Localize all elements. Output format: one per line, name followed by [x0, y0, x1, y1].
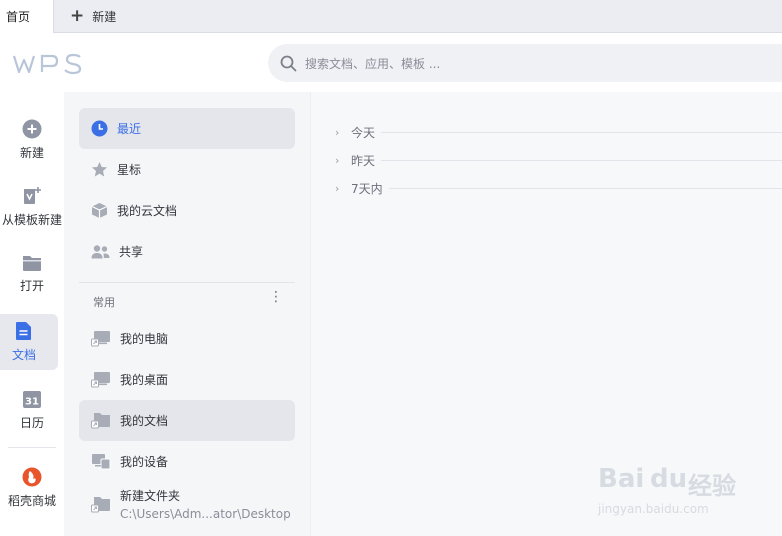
- chevron-right-icon: ›: [335, 181, 340, 195]
- rail-divider: [8, 447, 56, 448]
- watermark-cn: 经验: [688, 472, 736, 500]
- rail-label-template: 从模板新建: [1, 213, 62, 227]
- rail-item-documents[interactable]: 文档: [0, 314, 58, 370]
- rail-item-calendar[interactable]: 31 日历: [0, 382, 64, 438]
- search-icon: [280, 55, 297, 71]
- clock-icon: [91, 120, 108, 137]
- group-label-7-days: 7天内: [351, 181, 383, 196]
- tab-home-label: 首页: [6, 10, 31, 24]
- nav-label-cloud-docs: 我的云文档: [117, 204, 178, 218]
- chevron-right-icon: ›: [335, 125, 340, 139]
- wps-logo[interactable]: [12, 53, 84, 78]
- group-divider: [381, 131, 782, 133]
- rail-label-docer-store: 稻壳商城: [7, 494, 56, 508]
- search-placeholder: 搜索文档、应用、模板 ...: [305, 56, 441, 71]
- rail-item-new[interactable]: 新建: [0, 112, 64, 168]
- nav-panel: 最近 星标 我的云文档 共享 常用 ⋮ 我的电脑 我的桌面 我的文档 我的设备 …: [64, 92, 310, 536]
- watermark-brand: Bai: [598, 464, 645, 494]
- nav-item-shared[interactable]: 共享: [79, 231, 295, 272]
- chevron-right-icon: ›: [335, 153, 340, 167]
- group-yesterday[interactable]: › 昨天: [335, 151, 782, 169]
- nav-item-my-documents[interactable]: 我的文档: [79, 400, 295, 441]
- nav-label-shared: 共享: [119, 245, 144, 259]
- folder-open-icon: [23, 256, 41, 271]
- rail-item-open[interactable]: 打开: [0, 246, 64, 302]
- docer-store-icon: [22, 467, 42, 487]
- nav-item-my-devices[interactable]: 我的设备: [79, 441, 295, 482]
- group-label-today: 今天: [351, 125, 376, 140]
- group-divider: [388, 187, 782, 189]
- template-icon: [24, 187, 41, 204]
- nav-item-starred[interactable]: 星标: [79, 149, 295, 190]
- nav-label-my-computer: 我的电脑: [120, 332, 169, 346]
- calendar-icon-text: 31: [25, 397, 39, 408]
- new-tab-button[interactable]: + 新建: [70, 0, 116, 33]
- calendar-icon: 31: [23, 391, 41, 408]
- tab-home[interactable]: 首页: [0, 0, 54, 33]
- document-icon: [16, 322, 31, 340]
- group-label-yesterday: 昨天: [351, 153, 376, 168]
- nav-divider: [79, 282, 295, 283]
- rail-label-documents: 文档: [11, 348, 36, 362]
- nav-label-recent: 最近: [117, 122, 142, 136]
- group-divider: [381, 159, 782, 161]
- nav-label-my-documents: 我的文档: [120, 414, 169, 428]
- new-folder-path: C:\Users\Adm...ator\Desktop: [120, 507, 291, 521]
- star-icon: [92, 162, 107, 177]
- devices-icon: [92, 454, 111, 470]
- left-rail: 新建 从模板新建 打开 文档 31 日历 稻壳商城: [0, 92, 64, 536]
- folder-icon: [91, 496, 110, 512]
- desktop-icon: [91, 372, 110, 388]
- people-icon: [91, 244, 110, 258]
- watermark-brand-2: du: [650, 464, 688, 494]
- tab-bar: 首页 + 新建: [0, 0, 782, 33]
- watermark-url: jingyan.baidu.com: [598, 502, 709, 516]
- search-input[interactable]: 搜索文档、应用、模板 ...: [268, 44, 782, 82]
- nav-label-my-desktop: 我的桌面: [120, 373, 169, 387]
- rail-label-calendar: 日历: [19, 416, 44, 430]
- nav-item-recent[interactable]: 最近: [79, 108, 295, 149]
- more-options-icon[interactable]: ⋮: [269, 290, 283, 304]
- group-7-days[interactable]: › 7天内: [335, 179, 782, 197]
- nav-label-my-devices: 我的设备: [120, 455, 169, 469]
- nav-item-my-desktop[interactable]: 我的桌面: [79, 359, 295, 400]
- rail-label-new: 新建: [19, 146, 44, 160]
- nav-item-cloud-docs[interactable]: 我的云文档: [79, 190, 295, 231]
- computer-icon: [91, 331, 110, 347]
- nav-label-new-folder: 新建文件夹: [120, 489, 181, 503]
- cloud-box-icon: [91, 203, 108, 218]
- header: 搜索文档、应用、模板 ...: [0, 33, 782, 92]
- plus-circle-icon: [22, 119, 42, 139]
- wps-logo-icon: [12, 53, 82, 75]
- nav-item-my-computer[interactable]: 我的电脑: [79, 318, 295, 359]
- baidu-jingyan-watermark: Bai du 经验 jingyan.baidu.com: [598, 452, 748, 522]
- nav-item-new-folder[interactable]: 新建文件夹 C:\Users\Adm...ator\Desktop: [79, 486, 295, 522]
- rail-item-template[interactable]: 从模板新建: [0, 179, 64, 235]
- section-label-common: 常用: [93, 296, 115, 309]
- plus-icon: +: [70, 6, 85, 26]
- group-today[interactable]: › 今天: [335, 123, 782, 141]
- folder-icon: [91, 413, 110, 429]
- nav-label-starred: 星标: [117, 163, 142, 177]
- new-folder-text: 新建文件夹 C:\Users\Adm...ator\Desktop: [120, 487, 291, 521]
- rail-item-docer-store[interactable]: 稻壳商城: [0, 460, 64, 516]
- new-tab-label: 新建: [92, 10, 117, 24]
- rail-label-open: 打开: [19, 279, 44, 293]
